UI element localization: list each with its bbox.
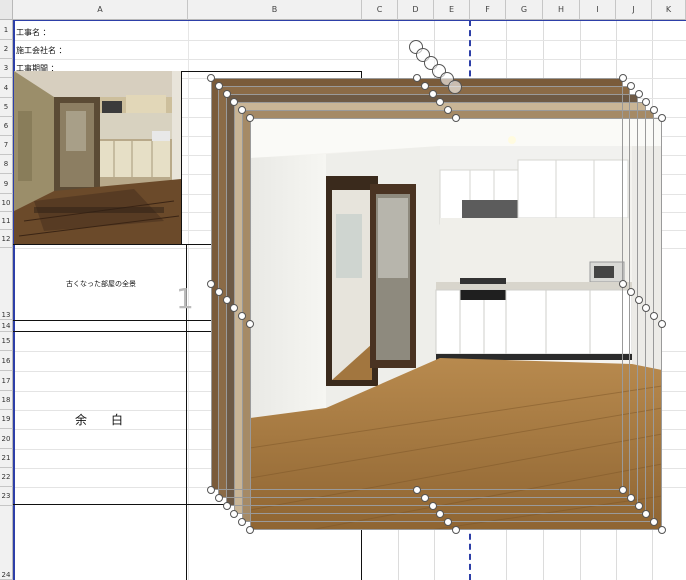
table-border: [181, 71, 182, 244]
row-header[interactable]: 10: [0, 194, 13, 212]
resize-handle[interactable]: [626, 494, 635, 502]
column-header-b[interactable]: B: [188, 0, 362, 20]
gridline: [13, 40, 686, 41]
row-header[interactable]: 22: [0, 468, 13, 487]
resize-handle[interactable]: [634, 296, 643, 304]
resize-handle[interactable]: [246, 320, 254, 328]
gridline: [13, 59, 686, 60]
row-header[interactable]: 4: [0, 78, 13, 98]
column-header-e[interactable]: E: [434, 0, 470, 20]
select-all-corner[interactable]: [0, 0, 13, 20]
resize-handle[interactable]: [626, 82, 635, 90]
resize-handle[interactable]: [428, 502, 437, 510]
resize-handle[interactable]: [619, 74, 627, 82]
column-header-i[interactable]: I: [580, 0, 616, 20]
row-header[interactable]: 19: [0, 410, 13, 429]
resize-handle[interactable]: [626, 288, 635, 296]
row-header[interactable]: 15: [0, 332, 13, 351]
row-header[interactable]: 18: [0, 391, 13, 410]
row-header[interactable]: 2: [0, 40, 13, 59]
resize-handle[interactable]: [634, 90, 643, 98]
resize-handle[interactable]: [214, 494, 223, 502]
resize-handle[interactable]: [452, 114, 460, 122]
resize-handle[interactable]: [658, 526, 666, 534]
resize-handle[interactable]: [207, 280, 215, 288]
resize-handle[interactable]: [420, 82, 429, 90]
column-header-c[interactable]: C: [362, 0, 398, 20]
resize-handle[interactable]: [413, 486, 421, 494]
resize-handle[interactable]: [658, 320, 666, 328]
page-number-watermark: 1: [176, 282, 194, 315]
resize-handle[interactable]: [246, 526, 254, 534]
rotate-handle-icon[interactable]: [448, 80, 462, 94]
contractor-label: 施工会社名 ：: [16, 46, 67, 55]
before-photo-image: [14, 71, 181, 244]
row-header[interactable]: 24: [0, 506, 13, 580]
resize-handle[interactable]: [658, 114, 666, 122]
resize-handle[interactable]: [619, 280, 627, 288]
resize-handle[interactable]: [222, 502, 231, 510]
resize-handle[interactable]: [214, 82, 223, 90]
column-header-j[interactable]: J: [616, 0, 652, 20]
row-header[interactable]: 11: [0, 212, 13, 230]
column-header-a[interactable]: A: [13, 0, 188, 20]
row-header[interactable]: 9: [0, 174, 13, 194]
resize-handle[interactable]: [230, 510, 239, 518]
resize-handle[interactable]: [619, 486, 627, 494]
resize-handle[interactable]: [420, 494, 429, 502]
row-header[interactable]: 6: [0, 117, 13, 136]
row-header[interactable]: 3: [0, 59, 13, 78]
resize-handle[interactable]: [207, 74, 215, 82]
resize-handle[interactable]: [642, 98, 651, 106]
row-header[interactable]: 12: [0, 230, 13, 248]
resize-handle[interactable]: [413, 74, 421, 82]
row-header[interactable]: 14: [0, 320, 13, 332]
resize-handle[interactable]: [222, 296, 231, 304]
resize-handle[interactable]: [222, 90, 231, 98]
before-photo[interactable]: [14, 71, 181, 244]
resize-handle[interactable]: [207, 486, 215, 494]
spreadsheet[interactable]: A B C D E F G H I J K 1 2 3 4 5 6 7 8 9 …: [0, 0, 686, 580]
row-header[interactable]: 20: [0, 429, 13, 449]
resize-handle[interactable]: [246, 114, 254, 122]
project-name-label: 工事名 ：: [16, 28, 51, 37]
resize-handle[interactable]: [634, 502, 643, 510]
selection-frame: [250, 118, 662, 530]
row-header[interactable]: 7: [0, 136, 13, 155]
row-header[interactable]: 1: [0, 20, 13, 40]
row-header[interactable]: 16: [0, 351, 13, 371]
column-header-k[interactable]: K: [652, 0, 686, 20]
column-header-h[interactable]: H: [543, 0, 580, 20]
resize-handle[interactable]: [452, 526, 460, 534]
column-header-g[interactable]: G: [506, 0, 543, 20]
before-photo-caption: 古くなった部屋の全景: [66, 280, 136, 288]
resize-handle[interactable]: [650, 106, 659, 114]
column-header-d[interactable]: D: [398, 0, 434, 20]
blank-caption: 余 白: [75, 413, 130, 427]
column-header-f[interactable]: F: [470, 0, 506, 20]
row-header[interactable]: 17: [0, 371, 13, 391]
row-header[interactable]: 23: [0, 487, 13, 506]
row-header[interactable]: 13: [0, 248, 13, 320]
resize-handle[interactable]: [238, 518, 247, 526]
table-border: [181, 71, 362, 72]
resize-handle[interactable]: [428, 90, 437, 98]
print-area-top-border: [13, 20, 686, 21]
row-header[interactable]: 5: [0, 98, 13, 117]
row-header[interactable]: 8: [0, 155, 13, 174]
row-header[interactable]: 21: [0, 449, 13, 468]
resize-handle[interactable]: [214, 288, 223, 296]
